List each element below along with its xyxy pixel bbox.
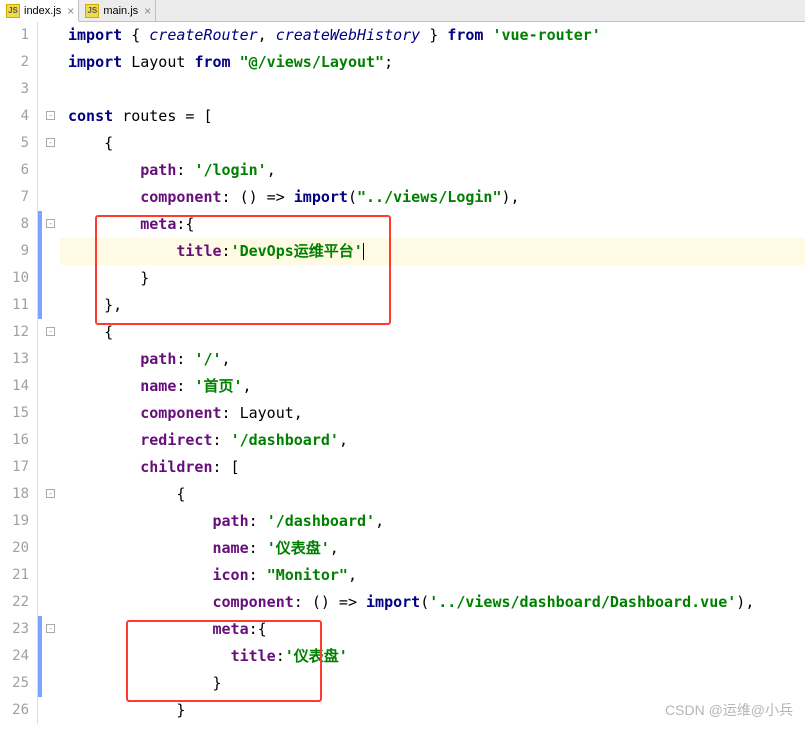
fold-toggle-icon[interactable]: -	[46, 624, 55, 633]
line-number-gutter: 123 456 789 101112 131415 161718 192021 …	[0, 22, 38, 724]
fold-toggle-icon[interactable]: -	[46, 489, 55, 498]
code-editor[interactable]: 123 456 789 101112 131415 161718 192021 …	[0, 22, 805, 724]
tab-label: index.js	[24, 5, 61, 17]
watermark-text: CSDN @运维@小兵	[665, 700, 793, 720]
text-cursor	[363, 243, 364, 260]
close-icon[interactable]: ×	[67, 4, 74, 18]
fold-toggle-icon[interactable]: -	[46, 138, 55, 147]
js-file-icon: JS	[6, 4, 20, 18]
tab-index-js[interactable]: JS index.js ×	[0, 0, 79, 22]
fold-toggle-icon[interactable]: -	[46, 219, 55, 228]
close-icon[interactable]: ×	[144, 4, 151, 18]
editor-tabs: JS index.js × JS main.js ×	[0, 0, 805, 22]
js-file-icon: JS	[85, 4, 99, 18]
tab-main-js[interactable]: JS main.js ×	[79, 0, 156, 21]
fold-toggle-icon[interactable]: -	[46, 327, 55, 336]
fold-toggle-icon[interactable]: -	[46, 111, 55, 120]
code-area[interactable]: import { createRouter, createWebHistory …	[60, 22, 805, 724]
fold-column: - - - - - -	[44, 22, 60, 724]
tab-label: main.js	[103, 5, 138, 17]
